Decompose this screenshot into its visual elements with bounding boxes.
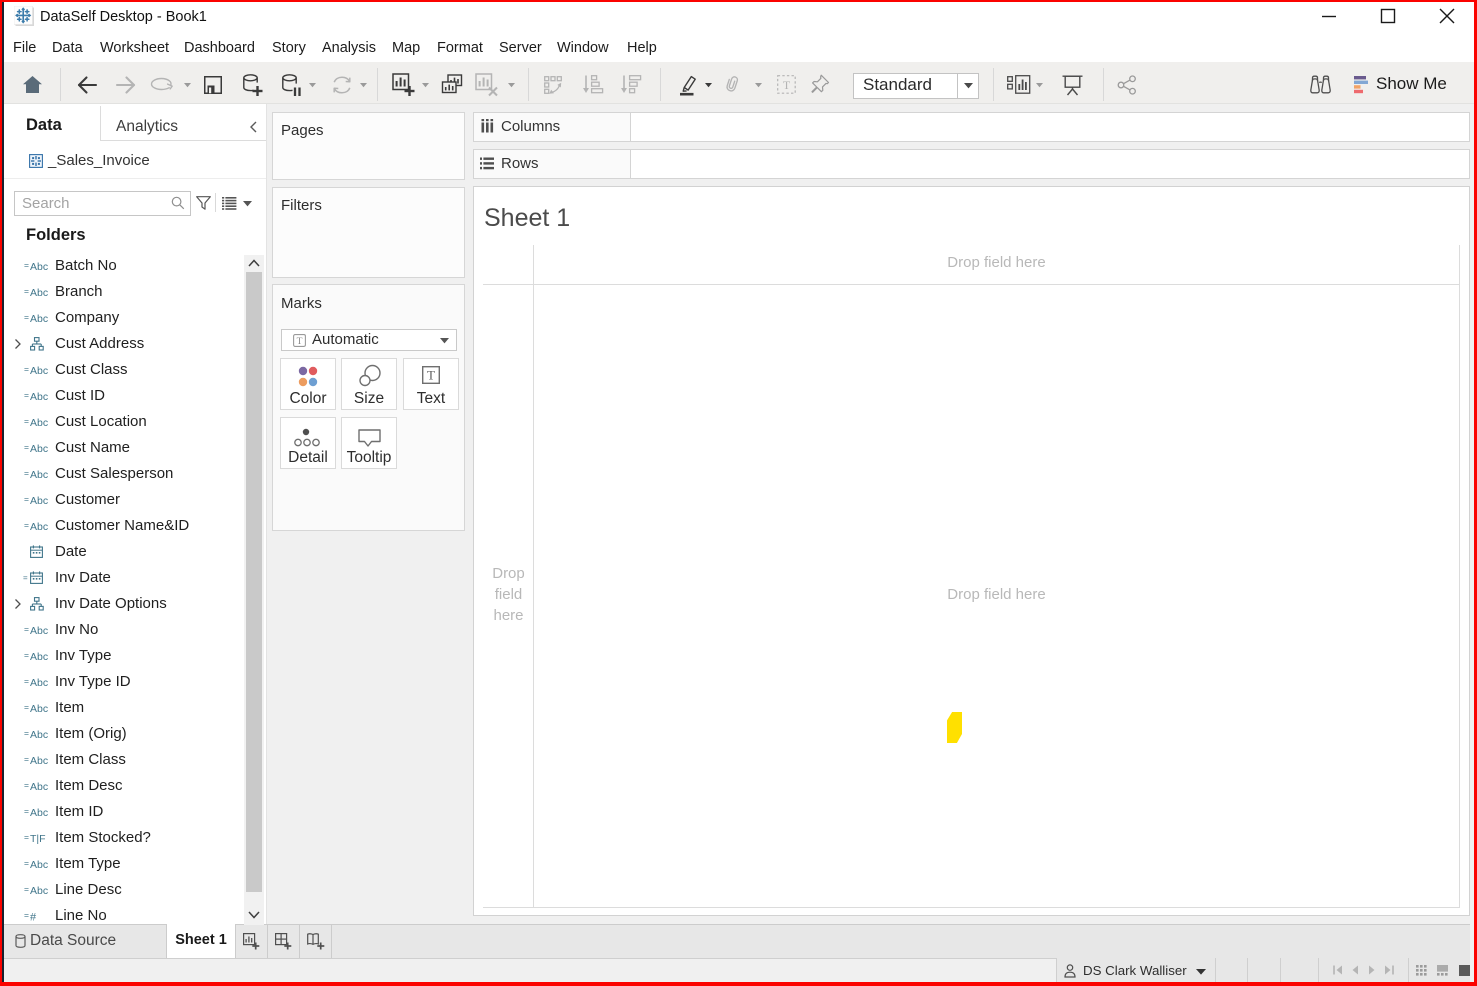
svg-text:=: =: [24, 728, 29, 738]
svg-text:=: =: [24, 364, 29, 374]
svg-text:=: =: [24, 858, 29, 868]
svg-text:=: =: [24, 884, 29, 894]
svg-text:=: =: [24, 780, 29, 790]
svg-text:Abc: Abc: [30, 495, 48, 506]
svg-text:Abc: Abc: [30, 365, 48, 376]
svg-text:Abc: Abc: [30, 443, 48, 454]
svg-text:T: T: [427, 368, 435, 383]
svg-text:=: =: [24, 624, 29, 634]
svg-text:Abc: Abc: [30, 729, 48, 740]
svg-text:Abc: Abc: [30, 885, 48, 896]
svg-text:=: =: [24, 832, 29, 842]
svg-text:=: =: [23, 575, 28, 581]
svg-text:Abc: Abc: [30, 417, 48, 428]
svg-text:Abc: Abc: [30, 703, 48, 714]
svg-text:Abc: Abc: [30, 313, 48, 324]
svg-text:=: =: [24, 390, 29, 400]
svg-text:=: =: [24, 312, 29, 322]
svg-text:T|F: T|F: [30, 833, 46, 844]
svg-text:=: =: [24, 286, 29, 296]
svg-text:T: T: [783, 78, 791, 92]
svg-text:=: =: [24, 442, 29, 452]
svg-text:Abc: Abc: [30, 261, 48, 272]
svg-text:Abc: Abc: [30, 651, 48, 662]
svg-text:=: =: [24, 468, 29, 478]
svg-text:T: T: [297, 337, 303, 347]
svg-text:Abc: Abc: [30, 677, 48, 688]
svg-text:=: =: [24, 494, 29, 504]
svg-text:Abc: Abc: [30, 391, 48, 402]
svg-text:Abc: Abc: [30, 781, 48, 792]
svg-text:=: =: [24, 260, 29, 270]
svg-text:=: =: [24, 520, 29, 530]
svg-text:Abc: Abc: [30, 755, 48, 766]
svg-text:=: =: [24, 910, 29, 920]
svg-text:=: =: [24, 754, 29, 764]
svg-text:Abc: Abc: [30, 521, 48, 532]
svg-text:#: #: [30, 912, 37, 923]
svg-text:Abc: Abc: [30, 287, 48, 298]
svg-text:=: =: [24, 416, 29, 426]
svg-text:Abc: Abc: [30, 859, 48, 870]
svg-text:=: =: [24, 806, 29, 816]
svg-text:=: =: [24, 676, 29, 686]
svg-text:=: =: [24, 650, 29, 660]
svg-text:Abc: Abc: [30, 469, 48, 480]
svg-text:=: =: [24, 702, 29, 712]
svg-text:Abc: Abc: [30, 807, 48, 818]
svg-text:Abc: Abc: [30, 625, 48, 636]
